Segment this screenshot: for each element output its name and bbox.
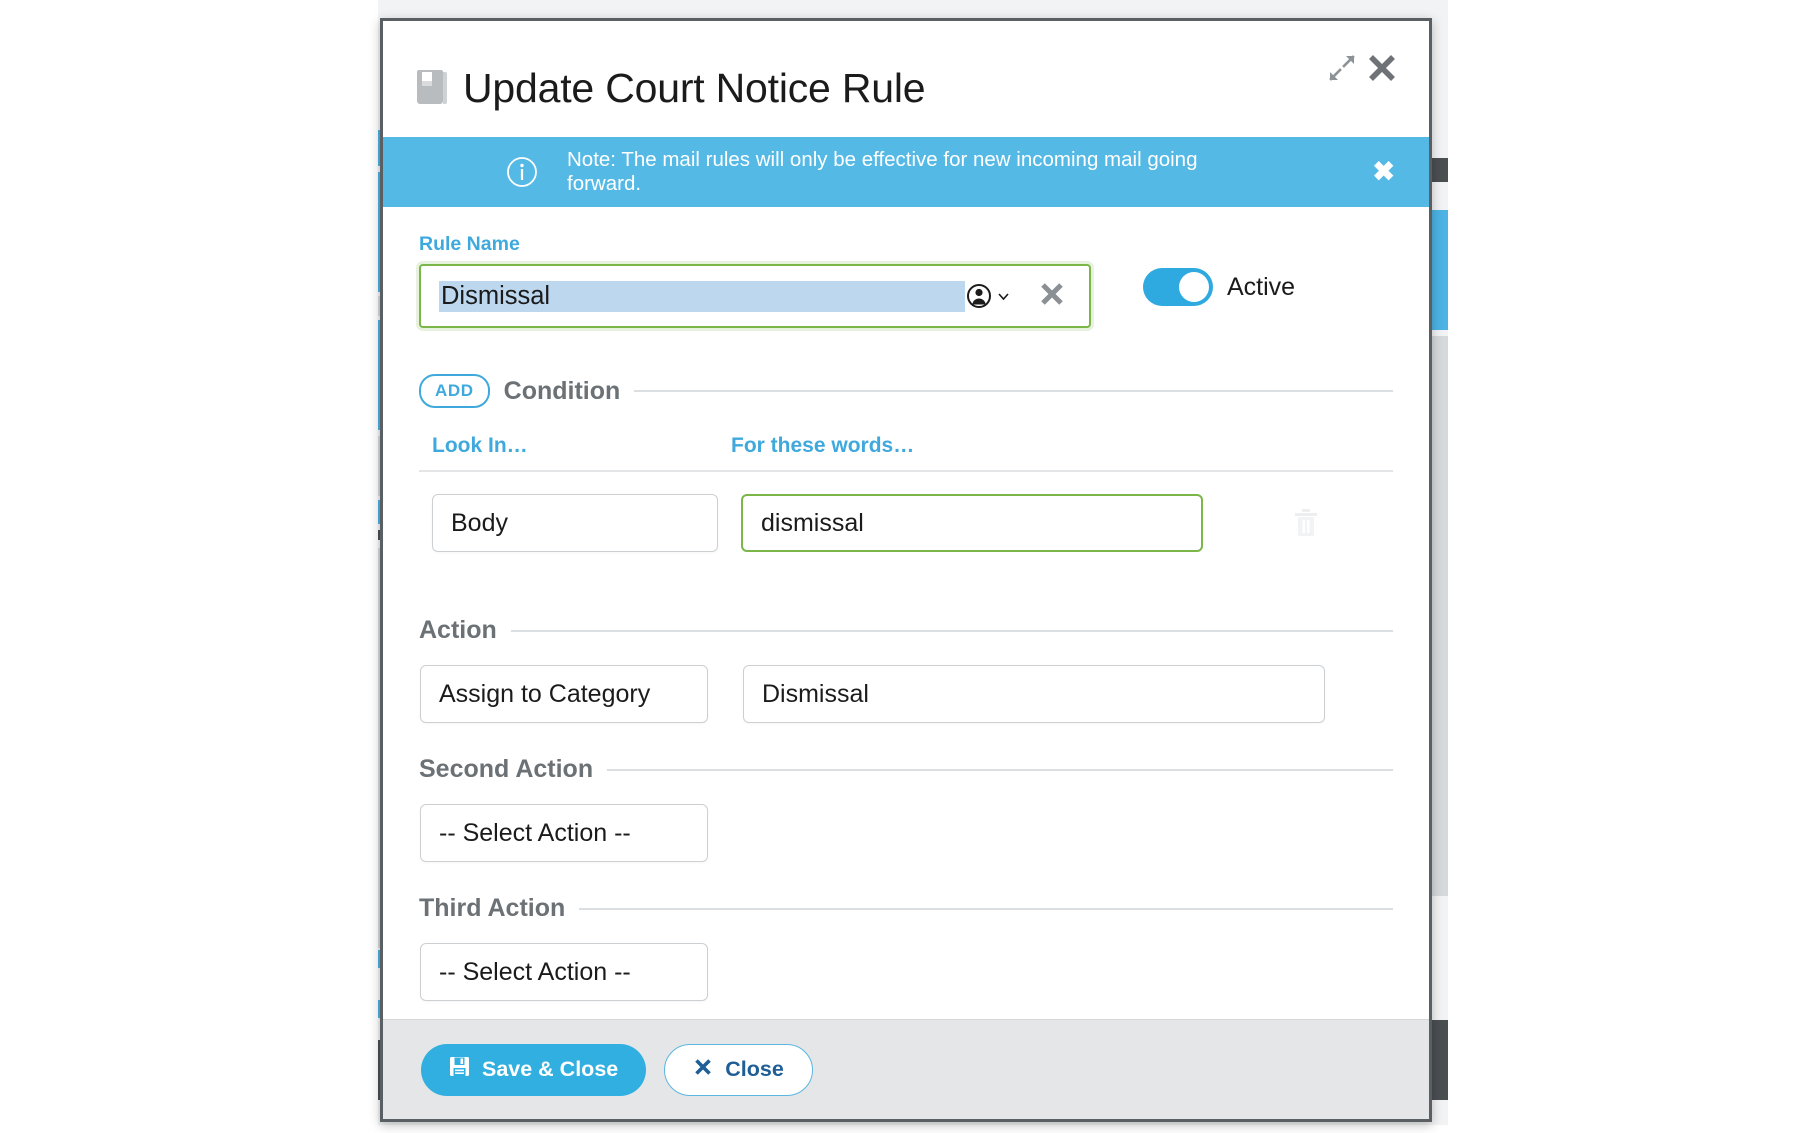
modal-header: Update Court Notice Rule [383, 21, 1429, 137]
second-action-section-title: Second Action [419, 755, 594, 783]
action-section-title: Action [419, 616, 497, 644]
clear-x-icon[interactable] [1037, 279, 1067, 314]
condition-look-in-select[interactable]: Body [432, 494, 718, 552]
third-action-section-title: Third Action [419, 894, 566, 922]
condition-section-title: Condition [503, 376, 621, 405]
active-toggle-label: Active [1227, 272, 1296, 301]
condition-column-headers: Look In… For these words… [419, 434, 1393, 472]
action-section: Action Assign to Category Dismissal [419, 616, 1393, 723]
bg-accent-r3 [1432, 336, 1448, 896]
rule-name-group: Rule Name Dismissal Active [419, 233, 1393, 328]
modal-footer: Save & Close Close [383, 1019, 1429, 1119]
save-and-close-button[interactable]: Save & Close [421, 1043, 647, 1096]
condition-words-input[interactable]: dismissal [741, 494, 1203, 552]
close-x-icon [693, 1057, 713, 1083]
notice-text: Note: The mail rules will only be effect… [567, 148, 1198, 195]
info-circle-icon [505, 155, 539, 189]
screen: Update Court Notice Rule Note: The mail … [0, 0, 1805, 1133]
section-divider [579, 907, 1393, 910]
close-button[interactable]: Close [664, 1043, 813, 1096]
section-divider [634, 390, 1393, 392]
close-icon[interactable] [1365, 51, 1399, 85]
section-divider [510, 629, 1393, 632]
rule-name-label: Rule Name [419, 233, 520, 255]
chevron-down-icon [998, 292, 1009, 300]
bg-accent-r1 [1432, 158, 1448, 182]
bg-accent-r2 [1432, 210, 1448, 330]
notice-close-icon[interactable]: ✖ [1372, 158, 1395, 186]
condition-row: Body dismissal [419, 494, 1393, 552]
add-condition-button[interactable]: ADD [419, 374, 490, 408]
close-button-label: Close [725, 1057, 784, 1081]
save-disk-icon [449, 1056, 470, 1083]
book-icon [417, 70, 447, 106]
active-toggle[interactable] [1143, 268, 1213, 306]
expand-arrows-icon[interactable] [1327, 53, 1357, 83]
person-circle-icon[interactable] [965, 282, 1011, 310]
column-header-look-in: Look In… [432, 434, 528, 457]
rule-name-value: Dismissal [439, 280, 965, 312]
second-action-section: Second Action -- Select Action -- [419, 755, 1393, 862]
trash-icon[interactable] [1293, 508, 1319, 538]
column-header-for-these-words: For these words… [731, 434, 915, 457]
action-select[interactable]: Assign to Category [420, 665, 708, 723]
condition-section: ADD Condition Look In… For these words… … [419, 374, 1393, 552]
notice-banner: Note: The mail rules will only be effect… [383, 137, 1429, 207]
active-toggle-group: Active [1143, 268, 1295, 306]
rule-name-input[interactable]: Dismissal [419, 264, 1091, 328]
third-action-select[interactable]: -- Select Action -- [420, 943, 708, 1001]
modal-dialog: Update Court Notice Rule Note: The mail … [380, 18, 1432, 1122]
second-action-select[interactable]: -- Select Action -- [420, 804, 708, 862]
page-title: Update Court Notice Rule [463, 64, 926, 111]
third-action-section: Third Action -- Select Action -- [419, 894, 1393, 1001]
action-value-select[interactable]: Dismissal [743, 665, 1325, 723]
bg-accent-r4 [1432, 1020, 1448, 1100]
section-divider [607, 768, 1393, 771]
modal-body: Rule Name Dismissal Active ADD Condition… [383, 207, 1429, 1019]
save-and-close-label: Save & Close [482, 1057, 619, 1081]
